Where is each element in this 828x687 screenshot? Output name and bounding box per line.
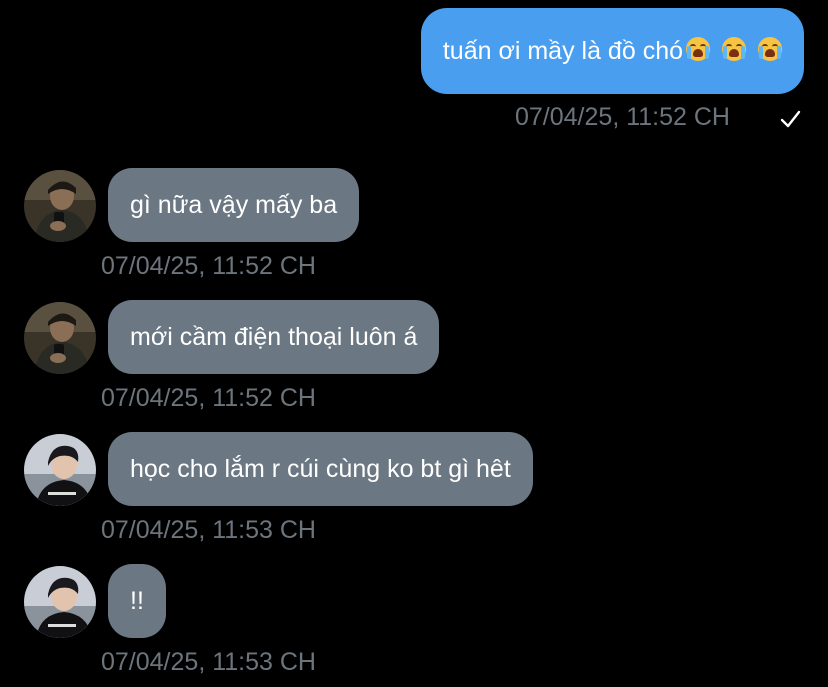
message-text: tuấn ơi mầy là đồ chó (442, 36, 683, 65)
avatar-user-b[interactable] (24, 566, 96, 638)
sent-check-icon (780, 110, 801, 128)
avatar-user-a[interactable] (24, 170, 96, 242)
incoming-message-bubble[interactable]: gì nữa vậy mấy ba (108, 168, 360, 242)
incoming-message-bubble[interactable]: mới cầm điện thoại luôn á (108, 300, 440, 374)
message-text: học cho lắm r cúi cùng ko bt gì hêt (130, 454, 511, 483)
avatar-user-a[interactable] (24, 302, 96, 374)
message-timestamp: 07/04/25, 11:52 CH (101, 252, 316, 280)
loudly-crying-face-emoji (722, 37, 746, 61)
incoming-message-bubble[interactable]: học cho lắm r cúi cùng ko bt gì hêt (108, 432, 533, 506)
message-timestamp: 07/04/25, 11:53 CH (101, 648, 316, 676)
message-text: !! (130, 586, 144, 615)
message-timestamp: 07/04/25, 11:53 CH (101, 516, 316, 544)
message-timestamp: 07/04/25, 11:52 CH (515, 103, 730, 131)
loudly-crying-face-emoji (686, 37, 710, 61)
loudly-crying-face-emoji (758, 37, 782, 61)
message-timestamp: 07/04/25, 11:52 CH (101, 384, 316, 412)
message-text: mới cầm điện thoại luôn á (130, 322, 418, 351)
message-text: gì nữa vậy mấy ba (130, 190, 338, 219)
outgoing-message-bubble[interactable]: tuấn ơi mầy là đồ chó (420, 8, 804, 94)
avatar-user-b[interactable] (24, 434, 96, 506)
incoming-message-bubble[interactable]: !! (108, 564, 166, 638)
